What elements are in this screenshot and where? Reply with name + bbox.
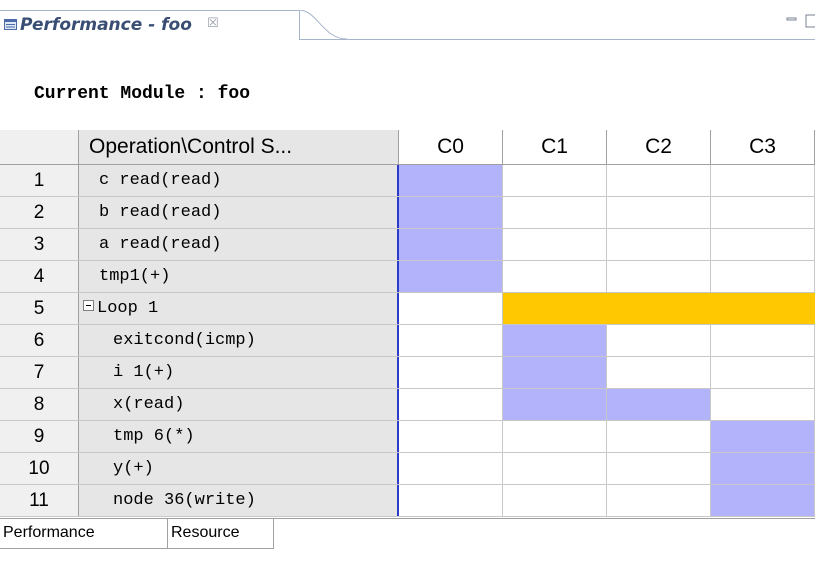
- row-number: 2: [0, 197, 79, 228]
- collapse-icon[interactable]: [83, 300, 94, 312]
- schedule-cell-c1[interactable]: [503, 229, 607, 260]
- schedule-cell-c1-active[interactable]: [503, 357, 607, 388]
- current-module-label: Current Module : foo: [34, 84, 251, 104]
- schedule-cell-c2[interactable]: [607, 261, 711, 292]
- performance-view-tab[interactable]: Performance - foo ☒: [0, 10, 300, 40]
- schedule-cell-c0[interactable]: [399, 293, 503, 324]
- operation-label: tmp 6(*): [113, 427, 195, 446]
- schedule-cell-c0-active[interactable]: [399, 261, 503, 292]
- close-icon[interactable]: ☒: [207, 16, 219, 31]
- bottom-tab-bar: Performance Resource: [0, 518, 815, 565]
- operation-name[interactable]: x(read): [79, 389, 399, 420]
- operation-label: i 1(+): [113, 363, 175, 382]
- view-title: Performance - foo: [20, 15, 192, 35]
- loop-row-name[interactable]: Loop 1: [79, 293, 399, 324]
- schedule-cell-c3[interactable]: [711, 357, 815, 388]
- schedule-cell-c0[interactable]: [399, 357, 503, 388]
- operation-label: exitcond(icmp): [113, 331, 256, 350]
- schedule-cell-c2[interactable]: [607, 229, 711, 260]
- row-number: 1: [0, 165, 79, 196]
- row-number: 9: [0, 421, 79, 452]
- schedule-cell-c1[interactable]: [503, 261, 607, 292]
- view-tab-bar: Performance - foo ☒: [0, 0, 815, 40]
- schedule-cell-c3-active[interactable]: [711, 293, 815, 324]
- operation-name[interactable]: y(+): [79, 453, 399, 484]
- schedule-cell-c1-active[interactable]: [503, 293, 607, 324]
- schedule-cell-c1-active[interactable]: [503, 389, 607, 420]
- row-number: 4: [0, 261, 79, 292]
- schedule-cell-c2-active[interactable]: [607, 293, 711, 324]
- operation-name[interactable]: a read(read): [79, 229, 399, 260]
- schedule-cell-c3-active[interactable]: [711, 485, 815, 516]
- schedule-cell-c2[interactable]: [607, 485, 711, 516]
- schedule-cell-c2-active[interactable]: [607, 389, 711, 420]
- schedule-cell-c0[interactable]: [399, 325, 503, 356]
- schedule-cell-c2[interactable]: [607, 421, 711, 452]
- operation-label: b read(read): [99, 203, 222, 222]
- control-step-header-c2[interactable]: C2: [607, 130, 711, 164]
- row-number: 3: [0, 229, 79, 260]
- schedule-cell-c0[interactable]: [399, 485, 503, 516]
- operation-label: x(read): [113, 395, 185, 414]
- schedule-cell-c3[interactable]: [711, 325, 815, 356]
- schedule-cell-c0-active[interactable]: [399, 165, 503, 196]
- row-number: 6: [0, 325, 79, 356]
- operation-label: c read(read): [99, 171, 222, 190]
- operation-name[interactable]: i 1(+): [79, 357, 399, 388]
- operation-column-header[interactable]: Operation\Control S...: [79, 130, 399, 164]
- schedule-cell-c3[interactable]: [711, 229, 815, 260]
- schedule-cell-c1[interactable]: [503, 197, 607, 228]
- schedule-cell-c0[interactable]: [399, 389, 503, 420]
- tab-resource[interactable]: Resource: [168, 519, 274, 549]
- schedule-cell-c3[interactable]: [711, 389, 815, 420]
- control-step-header-c3[interactable]: C3: [711, 130, 815, 164]
- row-number: 8: [0, 389, 79, 420]
- performance-grid: Operation\Control S... C0 C1 C2 C3 1 c read(re…: [0, 130, 815, 517]
- operation-name[interactable]: tmp1(+): [79, 261, 399, 292]
- minimize-maximize-icons[interactable]: [786, 14, 815, 28]
- schedule-cell-c1[interactable]: [503, 165, 607, 196]
- operation-name[interactable]: b read(read): [79, 197, 399, 228]
- operation-label: tmp1(+): [99, 267, 171, 286]
- schedule-cell-c1[interactable]: [503, 453, 607, 484]
- row-divider: [0, 516, 815, 517]
- operation-name[interactable]: node 36(write): [79, 485, 399, 516]
- schedule-cell-c0-active[interactable]: [399, 229, 503, 260]
- schedule-cell-c3[interactable]: [711, 261, 815, 292]
- operation-name[interactable]: c read(read): [79, 165, 399, 196]
- schedule-cell-c1-active[interactable]: [503, 325, 607, 356]
- schedule-cell-c0[interactable]: [399, 421, 503, 452]
- operation-label: y(+): [113, 459, 154, 478]
- row-number: 10: [0, 453, 79, 484]
- operation-label: node 36(write): [113, 491, 256, 510]
- tab-curve: [299, 10, 348, 40]
- operation-label: a read(read): [99, 235, 222, 254]
- schedule-cell-c3[interactable]: [711, 197, 815, 228]
- schedule-cell-c1[interactable]: [503, 421, 607, 452]
- row-number: 5: [0, 293, 79, 324]
- schedule-cell-c2[interactable]: [607, 453, 711, 484]
- tab-performance[interactable]: Performance: [0, 519, 168, 549]
- corner-header: [0, 130, 79, 164]
- schedule-cell-c2[interactable]: [607, 325, 711, 356]
- schedule-cell-c3-active[interactable]: [711, 421, 815, 452]
- control-step-header-c1[interactable]: C1: [503, 130, 607, 164]
- row-number: 7: [0, 357, 79, 388]
- schedule-cell-c0[interactable]: [399, 453, 503, 484]
- schedule-cell-c3[interactable]: [711, 165, 815, 196]
- schedule-cell-c2[interactable]: [607, 197, 711, 228]
- schedule-cell-c2[interactable]: [607, 357, 711, 388]
- operation-label: Loop 1: [97, 299, 159, 318]
- performance-view-icon: [4, 19, 17, 30]
- control-step-header-c0[interactable]: C0: [399, 130, 503, 164]
- schedule-cell-c0-active[interactable]: [399, 197, 503, 228]
- operation-name[interactable]: tmp 6(*): [79, 421, 399, 452]
- row-number: 11: [0, 485, 79, 516]
- schedule-cell-c1[interactable]: [503, 485, 607, 516]
- operation-name[interactable]: exitcond(icmp): [79, 325, 399, 356]
- schedule-cell-c2[interactable]: [607, 165, 711, 196]
- schedule-cell-c3-active[interactable]: [711, 453, 815, 484]
